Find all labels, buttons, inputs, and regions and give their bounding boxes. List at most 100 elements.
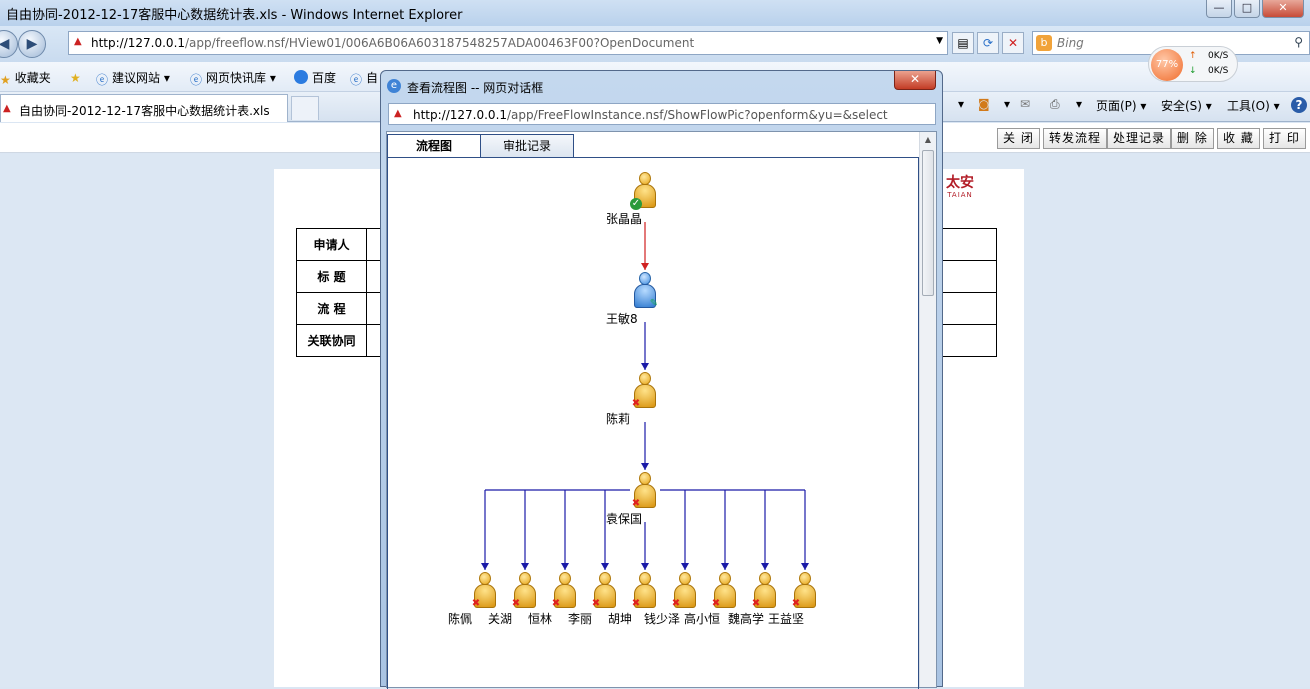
address-tools: ▤ ⟳ ✕ bbox=[952, 32, 1024, 54]
tab-current[interactable]: ▲ 自由协同-2012-12-17客服中心数据统计表.xls bbox=[0, 94, 288, 122]
add-favorite-icon[interactable]: ★ bbox=[70, 69, 85, 85]
reject-x-icon: ✖ bbox=[631, 498, 641, 509]
ie-page-icon: ⓔ bbox=[190, 73, 203, 87]
mail-icon[interactable]: ✉ bbox=[1020, 97, 1030, 111]
flow-node-approved[interactable]: ✓ bbox=[630, 172, 660, 212]
favorites-button[interactable]: ★ 收藏夹 bbox=[0, 69, 51, 87]
tools-menu[interactable]: 工具(O) ▾ bbox=[1227, 97, 1280, 114]
reject-x-icon: ✖ bbox=[551, 598, 561, 609]
flow-node-rejected[interactable]: ✖ bbox=[710, 572, 740, 612]
compatibility-icon[interactable]: ▤ bbox=[952, 32, 974, 54]
safety-menu[interactable]: 安全(S) ▾ bbox=[1161, 97, 1212, 114]
dialog-body: 流程图 审批记录 ✓ 张晶晶 ✎ 王敏8 ✖ 陈莉 ✖ 袁保国 ✖ 陈佩 ✖ 关湖 ✖ 恒林 ✖ 李丽 ✖ 胡坤 ✖… bbox=[386, 131, 937, 689]
baidu-link[interactable]: 百度 bbox=[294, 69, 336, 86]
forward-flow-button[interactable]: 转发流程 bbox=[1043, 128, 1108, 149]
reject-x-icon: ✖ bbox=[471, 598, 481, 609]
forward-button[interactable]: ▶ bbox=[18, 30, 46, 58]
check-icon: ✓ bbox=[630, 198, 642, 210]
scroll-up-icon[interactable]: ▲ bbox=[920, 132, 936, 148]
process-record-button[interactable]: 处理记录 bbox=[1107, 128, 1172, 149]
brand-name: 太安 bbox=[946, 175, 974, 191]
suggested-sites[interactable]: ⓔ 建议网站 ▾ bbox=[96, 69, 170, 87]
flow-node-current[interactable]: ✎ bbox=[630, 272, 660, 312]
flow-node-rejected[interactable]: ✖ bbox=[510, 572, 540, 612]
close-doc-button[interactable]: 关 闭 bbox=[997, 128, 1040, 149]
flow-node-name: 陈佩 bbox=[448, 612, 473, 626]
home-dropdown-icon[interactable]: ▾ bbox=[958, 97, 964, 111]
ie-page-icon: ⓔ bbox=[350, 73, 363, 87]
close-window-button[interactable]: ✕ bbox=[1262, 0, 1304, 18]
window-titlebar: 自由协同-2012-12-17客服中心数据统计表.xls - Windows I… bbox=[0, 0, 1310, 26]
dialog-close-button[interactable]: ✕ bbox=[894, 71, 936, 90]
dialog-address-bar: ▲ http://127.0.0.1/app/FreeFlowInstance.… bbox=[388, 103, 936, 125]
flow-node-rejected[interactable]: ✖ bbox=[630, 472, 660, 512]
address-bar[interactable]: ▲ http://127.0.0.1/app/freeflow.nsf/HVie… bbox=[68, 31, 948, 55]
flow-node-rejected[interactable]: ✖ bbox=[630, 572, 660, 612]
rss-icon[interactable]: ◙ bbox=[978, 97, 990, 111]
window-title: 自由协同-2012-12-17客服中心数据统计表.xls - Windows I… bbox=[6, 8, 463, 23]
dialog-scrollbar[interactable]: ▲ bbox=[919, 132, 936, 687]
stop-icon[interactable]: ✕ bbox=[1002, 32, 1024, 54]
reject-x-icon: ✖ bbox=[671, 598, 681, 609]
delete-button[interactable]: 删 除 bbox=[1171, 128, 1214, 149]
site-icon: ▲ bbox=[3, 103, 11, 114]
arrow-head-icon bbox=[481, 563, 489, 570]
print-icon[interactable]: ⎙ bbox=[1050, 97, 1060, 112]
flow-node-name: 胡坤 bbox=[608, 612, 633, 626]
form-label: 关联协同 bbox=[296, 324, 367, 357]
arrow-head-icon bbox=[761, 563, 769, 570]
flow-node-name: 钱少泽 bbox=[644, 612, 681, 626]
favorite-link-truncated[interactable]: ⓔ 自 bbox=[350, 69, 378, 87]
globe-icon bbox=[294, 70, 308, 84]
ie-icon: e bbox=[387, 79, 401, 93]
address-dropdown-icon[interactable]: ▼ bbox=[936, 36, 943, 46]
arrow-head-icon bbox=[721, 563, 729, 570]
arrow-head-icon bbox=[641, 563, 649, 570]
print-dropdown-icon[interactable]: ▾ bbox=[1076, 97, 1082, 111]
flow-node-rejected[interactable]: ✖ bbox=[630, 372, 660, 412]
search-icon[interactable]: ⚲ bbox=[1294, 35, 1303, 49]
reject-x-icon: ✖ bbox=[591, 598, 601, 609]
reject-x-icon: ✖ bbox=[751, 598, 761, 609]
flow-node-rejected[interactable]: ✖ bbox=[750, 572, 780, 612]
arrow-head-icon bbox=[641, 463, 649, 470]
page-menu[interactable]: 页面(P) ▾ bbox=[1096, 97, 1146, 114]
refresh-icon[interactable]: ⟳ bbox=[977, 32, 999, 54]
flow-node-rejected[interactable]: ✖ bbox=[790, 572, 820, 612]
help-button[interactable]: ? bbox=[1291, 97, 1307, 113]
form-label: 申请人 bbox=[296, 228, 367, 261]
flow-node-name: 高小恒 bbox=[684, 612, 721, 626]
dialog-url: http://127.0.0.1/app/FreeFlowInstance.ns… bbox=[413, 108, 888, 122]
print-button[interactable]: 打 印 bbox=[1263, 128, 1306, 149]
maximize-button[interactable]: □ bbox=[1234, 0, 1260, 18]
form-label: 标 题 bbox=[296, 260, 367, 293]
reject-x-icon: ✖ bbox=[711, 598, 721, 609]
tab-title: 自由协同-2012-12-17客服中心数据统计表.xls bbox=[19, 104, 270, 118]
site-icon: ▲ bbox=[394, 108, 402, 119]
minimize-button[interactable]: — bbox=[1206, 0, 1232, 18]
flow-node-rejected[interactable]: ✖ bbox=[550, 572, 580, 612]
favorite-doc-button[interactable]: 收 藏 bbox=[1217, 128, 1260, 149]
tab-approval-records[interactable]: 审批记录 bbox=[480, 134, 574, 158]
new-tab-button[interactable] bbox=[291, 96, 319, 120]
flow-node-name: 魏高学 bbox=[728, 612, 765, 626]
arrow-head-icon bbox=[641, 363, 649, 370]
arrow-head-icon bbox=[801, 563, 809, 570]
form-label: 流 程 bbox=[296, 292, 367, 325]
arrow-head-icon bbox=[521, 563, 529, 570]
flow-node-rejected[interactable]: ✖ bbox=[670, 572, 700, 612]
web-slice-gallery[interactable]: ⓔ 网页快讯库 ▾ bbox=[190, 69, 276, 87]
scroll-thumb[interactable] bbox=[922, 150, 934, 296]
flow-node-name: 张晶晶 bbox=[606, 212, 643, 226]
flow-node-rejected[interactable]: ✖ bbox=[470, 572, 500, 612]
feeds-dropdown-icon[interactable]: ▾ bbox=[1004, 97, 1010, 111]
flow-node-name: 王益坚 bbox=[768, 612, 805, 626]
flow-node-rejected[interactable]: ✖ bbox=[590, 572, 620, 612]
tab-flowchart[interactable]: 流程图 bbox=[387, 134, 481, 158]
reject-x-icon: ✖ bbox=[631, 398, 641, 409]
download-speed: ↓ 0K/S bbox=[1189, 66, 1229, 76]
search-input[interactable]: Bing bbox=[1057, 36, 1084, 50]
brand-logo: 太安 TAIAN bbox=[940, 175, 980, 199]
arrow-head-icon bbox=[601, 563, 609, 570]
down-arrow-icon: ↓ bbox=[1189, 66, 1197, 76]
